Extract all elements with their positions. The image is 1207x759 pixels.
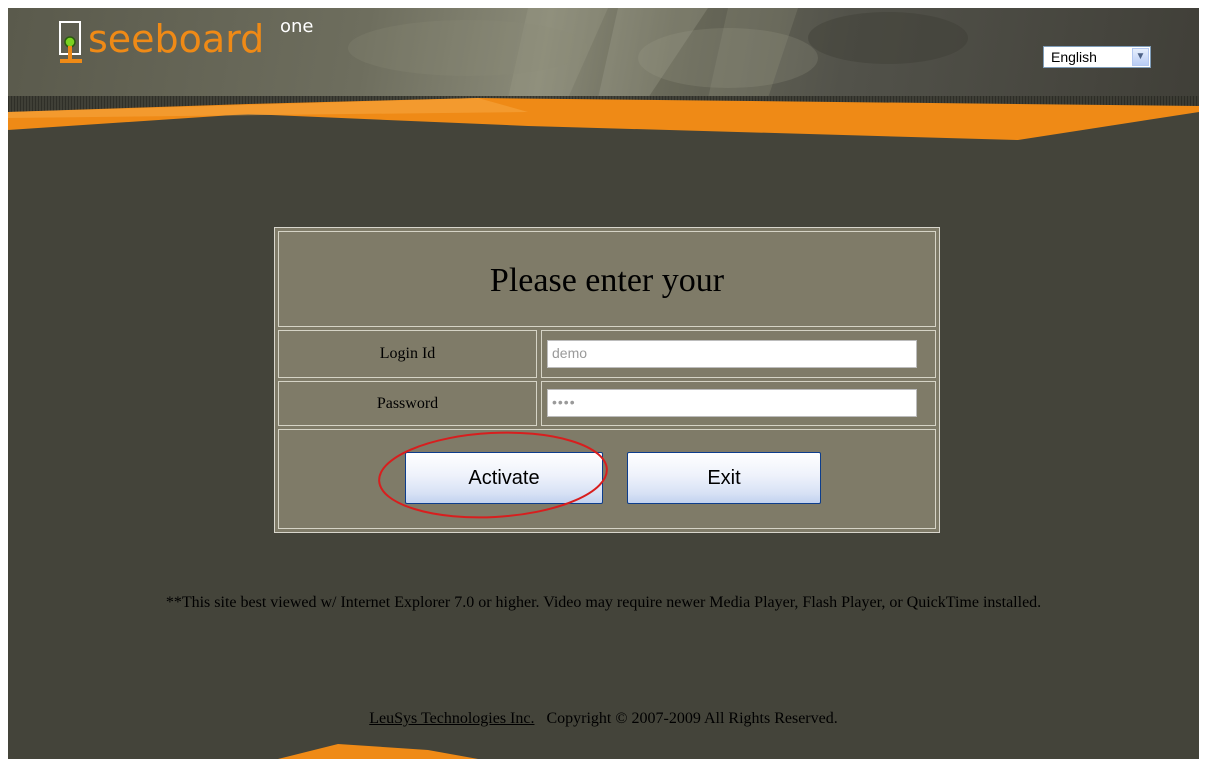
- login-id-input-cell: demo: [541, 330, 936, 378]
- browser-note: **This site best viewed w/ Internet Expl…: [165, 594, 1042, 611]
- login-panel: Please enter your Login Id demo Password…: [274, 227, 940, 533]
- password-input-cell: ••••: [541, 381, 936, 426]
- company-link[interactable]: LeuSys Technologies Inc.: [369, 710, 534, 727]
- button-row-cell: Activate Exit: [278, 429, 936, 529]
- login-title: Please enter your: [489, 262, 725, 299]
- password-label: Password: [376, 394, 439, 412]
- page-frame: seeboard one English ▼ Please enter your…: [8, 8, 1199, 759]
- login-id-input[interactable]: demo: [547, 340, 917, 368]
- login-id-label-cell: Login Id: [278, 330, 537, 378]
- password-input[interactable]: ••••: [547, 389, 917, 417]
- login-title-cell: Please enter your: [278, 231, 936, 327]
- footer: LeuSys Technologies Inc. Copyright © 200…: [8, 710, 1199, 728]
- exit-button[interactable]: Exit: [627, 452, 821, 504]
- copyright-text: Copyright © 2007-2009 All Rights Reserve…: [546, 710, 838, 727]
- activate-button[interactable]: Activate: [405, 452, 603, 504]
- login-id-label: Login Id: [379, 345, 436, 362]
- password-label-cell: Password: [278, 381, 537, 426]
